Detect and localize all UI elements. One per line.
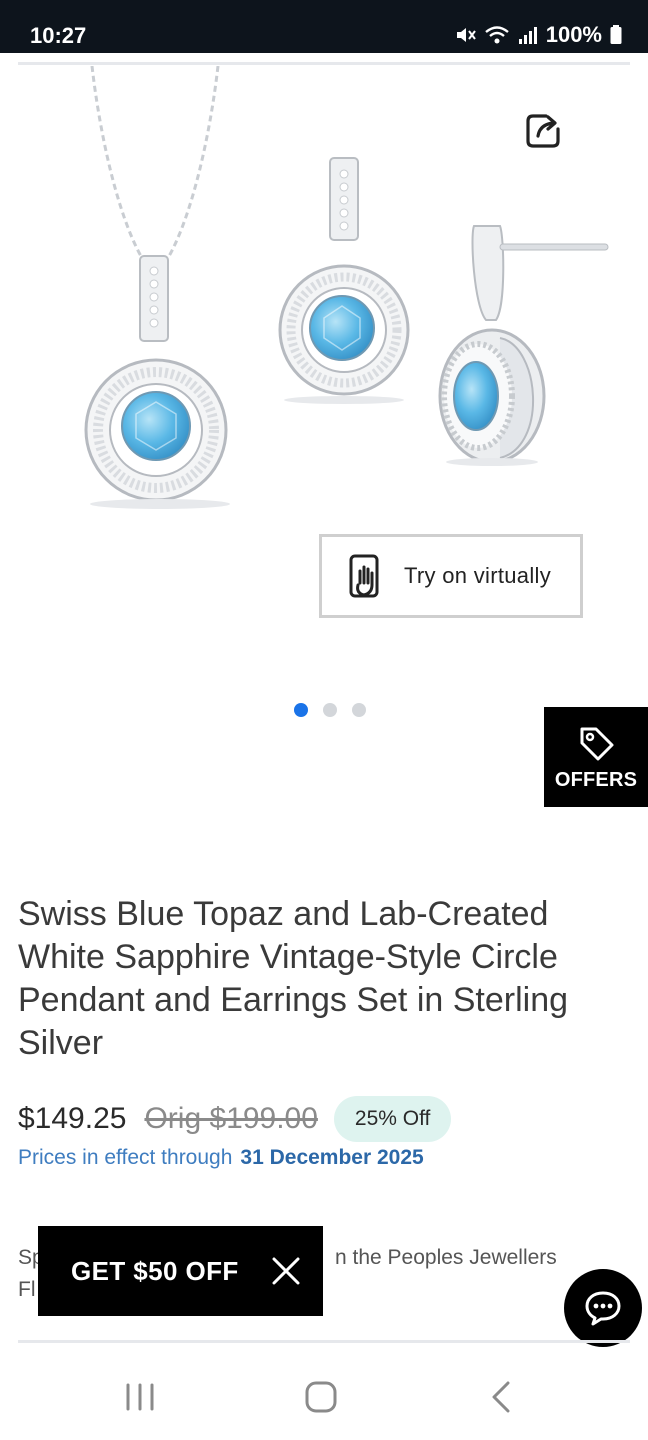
promo-text-right: n the Peoples Jewellers [335,1246,557,1269]
bottom-divider [18,1340,630,1343]
try-on-label: Try on virtually [404,563,552,588]
chain [90,66,220,259]
virtual-try-on-icon [349,554,379,598]
share-icon[interactable] [524,111,564,151]
carousel-dot-1[interactable] [294,703,308,717]
signal-icon [518,27,537,44]
carousel-dot-3[interactable] [352,703,366,717]
top-divider [18,62,630,65]
battery-percent: 100% [545,22,602,47]
close-icon[interactable] [271,1256,301,1286]
original-price: Orig $199.00 [144,1102,318,1135]
prices-effect-date: 31 December 2025 [240,1146,424,1169]
product-title: Swiss Blue Topaz and Lab-Created White S… [18,895,569,1062]
carousel-dot-2[interactable] [323,703,337,717]
discount-badge: 25% Off [333,1096,452,1142]
offers-button[interactable]: OFFERS [544,707,648,807]
carousel-dots [294,703,366,717]
status-icons: 100% [454,22,622,48]
home-icon[interactable] [301,1377,341,1417]
battery-icon [610,25,622,44]
mute-icon [456,28,476,42]
status-time: 10:27 [30,23,87,48]
get-off-label: GET $50 OFF [71,1255,239,1286]
tag-icon [580,727,614,760]
back-icon[interactable] [482,1377,522,1417]
prices-effect-label: Prices in effect through [18,1146,233,1169]
get-50-off-banner[interactable]: GET $50 OFF [38,1226,323,1316]
wifi-icon [484,26,509,44]
status-bar: 10:27 100% [0,0,648,53]
offers-label: OFFERS [554,768,638,791]
try-on-virtually-button[interactable]: Try on virtually [319,534,583,618]
price-row: $149.25 Orig $199.00 25% Off [18,1096,452,1142]
prices-effect: Prices in effect through 31 December 2025 [18,1146,424,1170]
recent-apps-icon[interactable] [120,1377,160,1417]
chat-icon [585,1291,621,1326]
sale-price: $149.25 [18,1102,127,1135]
chat-button[interactable] [564,1269,642,1347]
